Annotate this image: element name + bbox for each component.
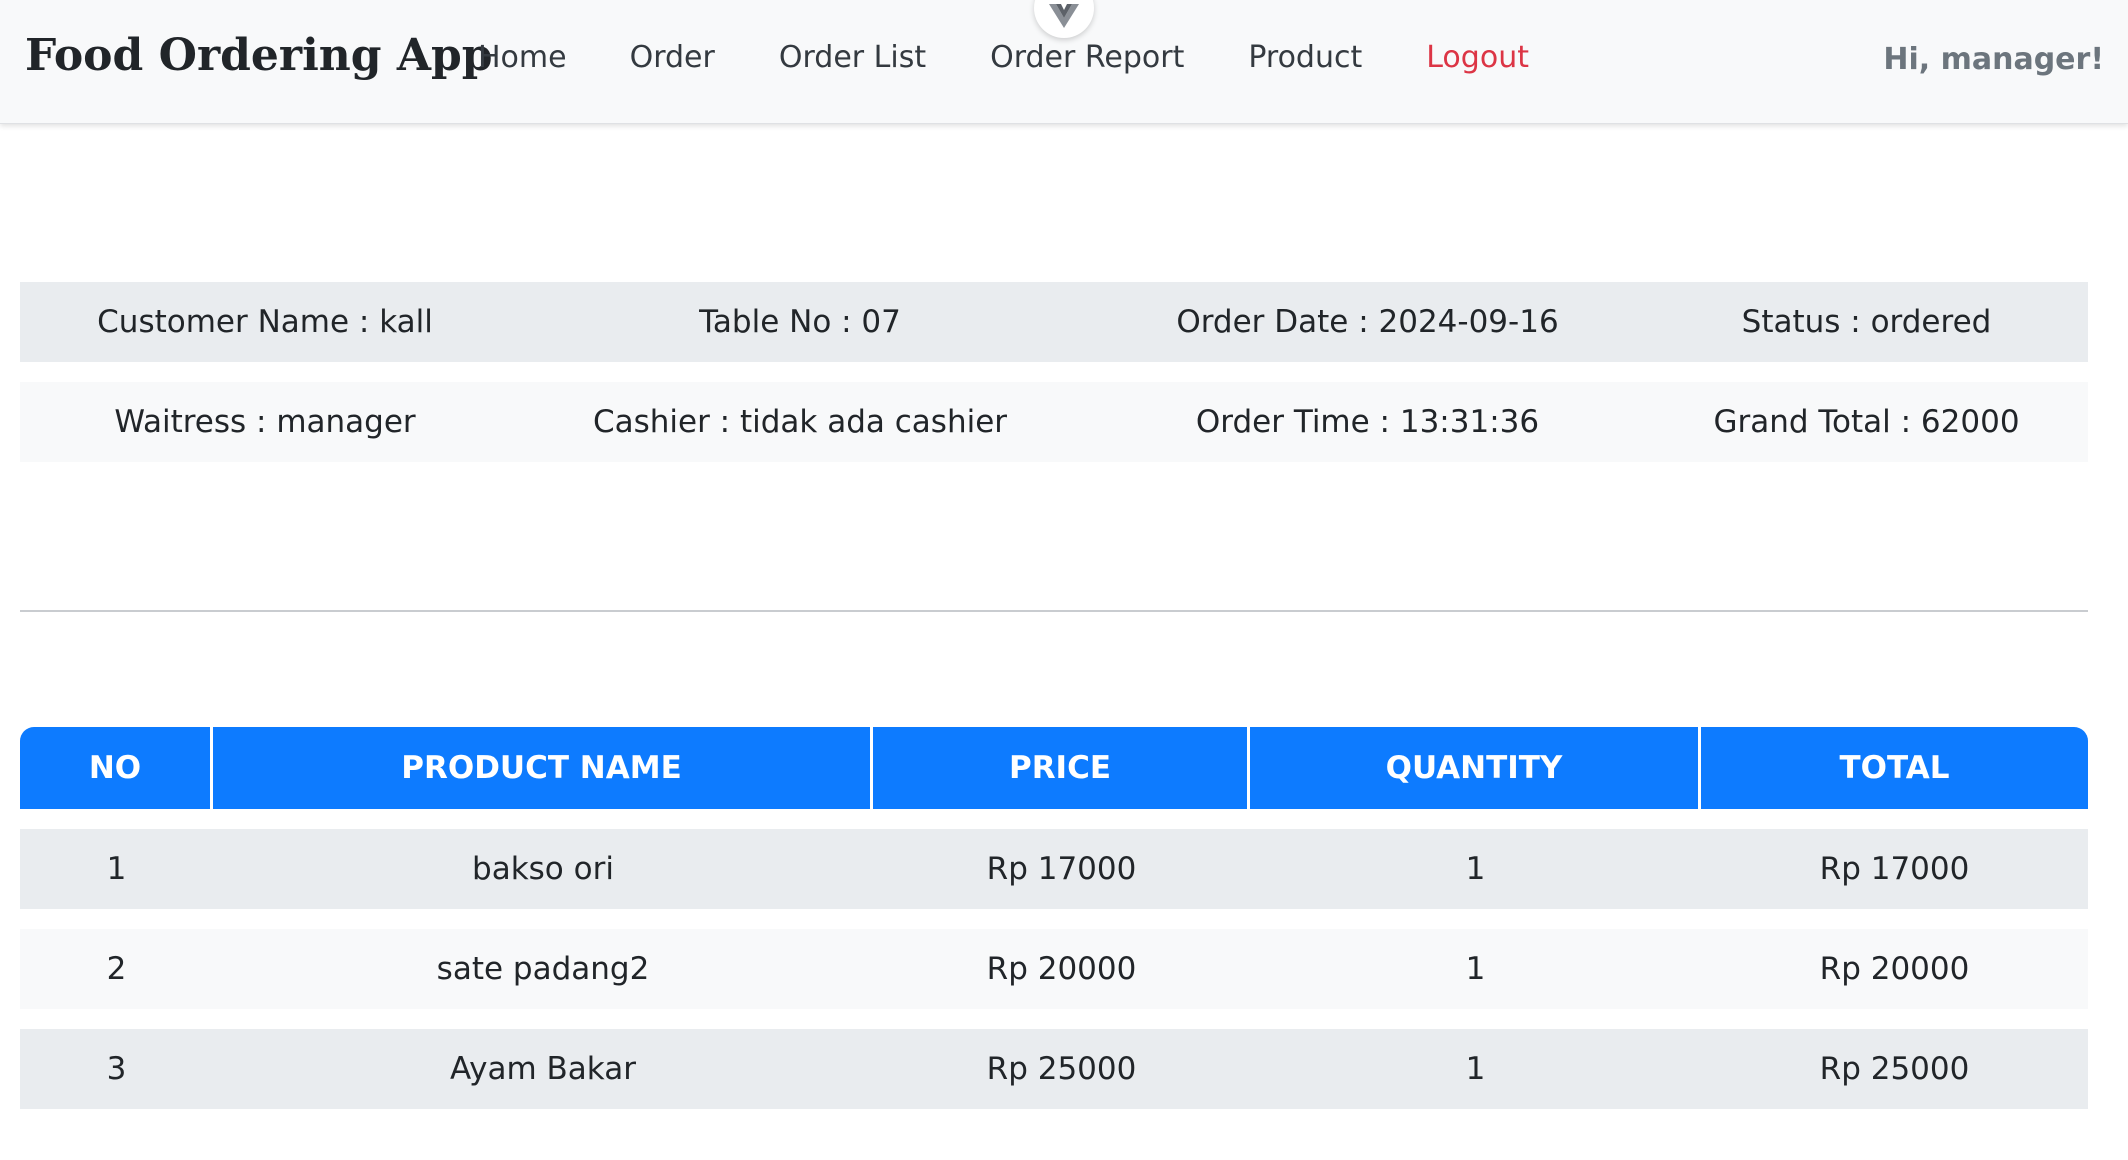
nav-order-report[interactable]: Order Report (990, 40, 1184, 75)
order-info-row-1: Customer Name : kall Table No : 07 Order… (20, 282, 2088, 362)
cashier: Cashier : tidak ada cashier (592, 404, 1008, 440)
waitress: Waitress : manager (114, 404, 416, 440)
order-info-row-2: Waitress : manager Cashier : tidak ada c… (20, 382, 2088, 462)
nav-links: Home Order Order List Order Report Produ… (478, 40, 1529, 75)
cell-price: Rp 20000 (986, 951, 1137, 987)
order-time: Order Time : 13:31:36 (1195, 404, 1540, 440)
cell-no: 1 (106, 851, 127, 887)
cell-total: Rp 20000 (1819, 951, 1970, 987)
cell-total: Rp 17000 (1819, 851, 1970, 887)
cell-product-name: sate padang2 (436, 951, 650, 987)
order-status: Status : ordered (1741, 304, 1992, 340)
order-items-table: NO PRODUCT NAME PRICE QUANTITY TOTAL 1 b… (20, 727, 2088, 1109)
nav-home[interactable]: Home (478, 40, 567, 75)
cell-price: Rp 25000 (986, 1051, 1137, 1087)
header-total: TOTAL (1701, 727, 2088, 809)
divider (20, 610, 2088, 612)
table-row: 2 sate padang2 Rp 20000 1 Rp 20000 (20, 929, 2088, 1009)
cell-no: 2 (106, 951, 127, 987)
cell-quantity: 1 (1465, 1051, 1486, 1087)
cell-product-name: bakso ori (472, 851, 614, 887)
brand-title[interactable]: Food Ordering App (25, 30, 493, 81)
nav-product[interactable]: Product (1248, 40, 1362, 75)
cell-quantity: 1 (1465, 851, 1486, 887)
nav-order[interactable]: Order (630, 40, 715, 75)
cell-product-name: Ayam Bakar (450, 1051, 636, 1087)
table-number: Table No : 07 (699, 304, 901, 340)
nav-logout[interactable]: Logout (1426, 40, 1529, 75)
cell-price: Rp 17000 (986, 851, 1137, 887)
table-row: 1 bakso ori Rp 17000 1 Rp 17000 (20, 829, 2088, 909)
table-row: 3 Ayam Bakar Rp 25000 1 Rp 25000 (20, 1029, 2088, 1109)
table-header: NO PRODUCT NAME PRICE QUANTITY TOTAL (20, 727, 2088, 809)
header-no: NO (20, 727, 213, 809)
nav-order-list[interactable]: Order List (779, 40, 926, 75)
header-price: PRICE (873, 727, 1250, 809)
header-product-name: PRODUCT NAME (213, 727, 873, 809)
vue-logo-icon (1049, 4, 1079, 28)
customer-name: Customer Name : kall (97, 304, 433, 340)
order-date: Order Date : 2024-09-16 (1176, 304, 1559, 340)
cell-total: Rp 25000 (1819, 1051, 1970, 1087)
cell-no: 3 (106, 1051, 127, 1087)
cell-quantity: 1 (1465, 951, 1486, 987)
header-quantity: QUANTITY (1250, 727, 1701, 809)
user-greeting: Hi, manager! (1883, 42, 2104, 77)
grand-total: Grand Total : 62000 (1713, 404, 2020, 440)
